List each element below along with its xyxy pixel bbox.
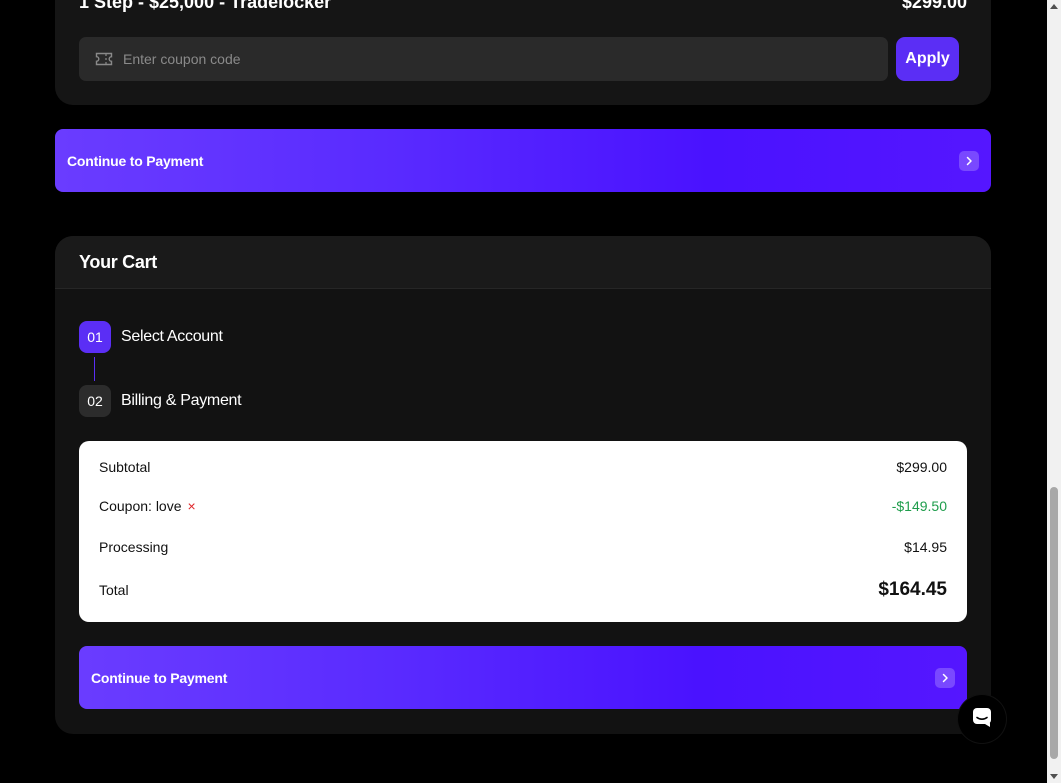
continue-to-payment-button[interactable]: Continue to Payment bbox=[79, 646, 967, 709]
step-connector bbox=[94, 357, 95, 381]
total-label: Total bbox=[99, 582, 129, 598]
remove-coupon-icon[interactable]: × bbox=[188, 498, 196, 514]
scroll-down-icon[interactable] bbox=[1050, 774, 1058, 779]
scrollbar-thumb[interactable] bbox=[1050, 487, 1058, 759]
order-summary: Subtotal $299.00 Coupon: love × -$149.50 … bbox=[79, 441, 967, 622]
scroll-up-icon[interactable] bbox=[1050, 4, 1058, 9]
processing-row: Processing $14.95 bbox=[99, 539, 947, 555]
subtotal-label: Subtotal bbox=[99, 459, 151, 475]
coupon-label: Coupon: love bbox=[99, 498, 182, 514]
processing-value: $14.95 bbox=[904, 539, 947, 555]
continue-to-payment-label: Continue to Payment bbox=[67, 152, 204, 169]
cart-title: Your Cart bbox=[79, 251, 157, 272]
processing-label: Processing bbox=[99, 539, 169, 555]
step-select-account[interactable]: 01 Select Account bbox=[79, 321, 223, 353]
order-card: 1 Step - $25,000 - Tradelocker $299.00 A… bbox=[55, 0, 991, 105]
chevron-right-icon bbox=[959, 150, 979, 171]
step-billing-payment[interactable]: 02 Billing & Payment bbox=[79, 385, 242, 417]
subtotal-row: Subtotal $299.00 bbox=[99, 459, 947, 475]
order-line: 1 Step - $25,000 - Tradelocker $299.00 bbox=[79, 0, 967, 14]
coupon-label-group: Coupon: love × bbox=[99, 498, 196, 514]
product-price: $299.00 bbox=[901, 0, 967, 12]
ticket-icon bbox=[95, 52, 113, 66]
chat-launcher-button[interactable] bbox=[958, 695, 1006, 743]
coupon-field[interactable] bbox=[79, 37, 888, 81]
cart-header: Your Cart bbox=[55, 236, 991, 289]
step-number: 02 bbox=[79, 385, 111, 417]
subtotal-value: $299.00 bbox=[896, 459, 947, 475]
continue-to-payment-button[interactable]: Continue to Payment bbox=[55, 129, 991, 192]
coupon-input[interactable] bbox=[123, 51, 888, 67]
coupon-row: Coupon: love × -$149.50 bbox=[99, 498, 947, 514]
page-scrollbar[interactable] bbox=[1047, 0, 1061, 783]
step-label: Select Account bbox=[121, 328, 223, 345]
chevron-right-icon bbox=[935, 667, 955, 688]
coupon-discount-value: -$149.50 bbox=[891, 498, 947, 514]
coupon-row: Apply bbox=[79, 37, 959, 81]
continue-to-payment-label: Continue to Payment bbox=[91, 669, 228, 686]
step-label: Billing & Payment bbox=[121, 392, 242, 409]
product-name: 1 Step - $25,000 - Tradelocker bbox=[79, 0, 332, 12]
total-row: Total $164.45 bbox=[99, 579, 947, 601]
apply-coupon-button[interactable]: Apply bbox=[896, 37, 959, 81]
chat-icon bbox=[971, 706, 993, 733]
step-number: 01 bbox=[79, 321, 111, 353]
total-value: $164.45 bbox=[878, 579, 947, 600]
